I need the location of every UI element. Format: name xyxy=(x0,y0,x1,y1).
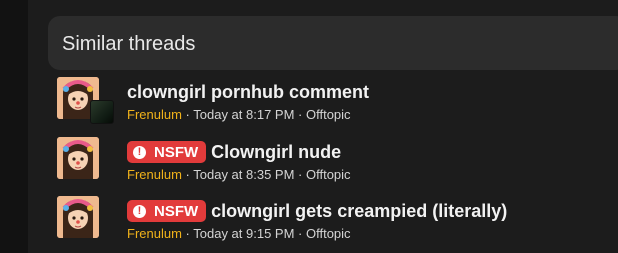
author-link[interactable]: Frenulum xyxy=(127,107,182,122)
thread-title-link[interactable]: clowngirl pornhub comment xyxy=(127,81,369,103)
exclamation-circle-icon: ! xyxy=(133,145,146,159)
page: Similar threads clowngirl pornhub commen… xyxy=(0,0,618,253)
prefix-label: NSFW xyxy=(154,202,199,220)
author-link[interactable]: Frenulum xyxy=(127,167,182,182)
thread-meta: Frenulum · Today at 8:17 PM · Offtopic xyxy=(127,107,351,123)
nsfw-prefix-badge[interactable]: ! NSFW xyxy=(127,200,207,222)
thread-meta: Frenulum · Today at 8:35 PM · Offtopic xyxy=(127,167,351,183)
thread-date[interactable]: Today at 8:35 PM xyxy=(193,167,294,182)
author-avatar[interactable] xyxy=(57,137,99,179)
thread-title-row: clowngirl pornhub comment xyxy=(127,80,369,104)
thread-title-link[interactable]: Clowngirl nude xyxy=(211,141,341,163)
forum-link[interactable]: Offtopic xyxy=(306,167,351,182)
meta-separator: · xyxy=(181,226,194,241)
meta-separator: · xyxy=(294,226,306,241)
prefix-label: NSFW xyxy=(154,143,199,161)
author-link[interactable]: Frenulum xyxy=(127,226,182,241)
left-gutter xyxy=(0,0,28,253)
thread-meta: Frenulum · Today at 9:15 PM · Offtopic xyxy=(127,226,351,242)
meta-separator: · xyxy=(181,107,194,122)
thread-date[interactable]: Today at 8:17 PM xyxy=(193,107,294,122)
thread-title-row: ! NSFW Clowngirl nude xyxy=(127,140,341,164)
forum-link[interactable]: Offtopic xyxy=(306,107,351,122)
author-avatar[interactable] xyxy=(57,196,99,238)
thread-title-link[interactable]: clowngirl gets creampied (literally) xyxy=(211,200,507,222)
forum-link[interactable]: Offtopic xyxy=(306,226,351,241)
thread-title-row: ! NSFW clowngirl gets creampied (literal… xyxy=(127,199,507,223)
thread-item[interactable]: ! NSFW clowngirl gets creampied (literal… xyxy=(57,196,617,244)
meta-separator: · xyxy=(294,167,306,182)
thread-starter-mini-avatar xyxy=(90,100,114,124)
thread-item[interactable]: ! NSFW Clowngirl nude Frenulum · Today a… xyxy=(57,137,617,185)
section-title: Similar threads xyxy=(62,33,196,55)
thread-item[interactable]: clowngirl pornhub comment Frenulum · Tod… xyxy=(57,77,617,125)
exclamation-circle-icon: ! xyxy=(133,204,146,218)
meta-separator: · xyxy=(181,167,194,182)
nsfw-prefix-badge[interactable]: ! NSFW xyxy=(127,141,207,163)
similar-threads-header: Similar threads xyxy=(48,16,618,70)
thread-date[interactable]: Today at 9:15 PM xyxy=(193,226,294,241)
meta-separator: · xyxy=(294,107,306,122)
